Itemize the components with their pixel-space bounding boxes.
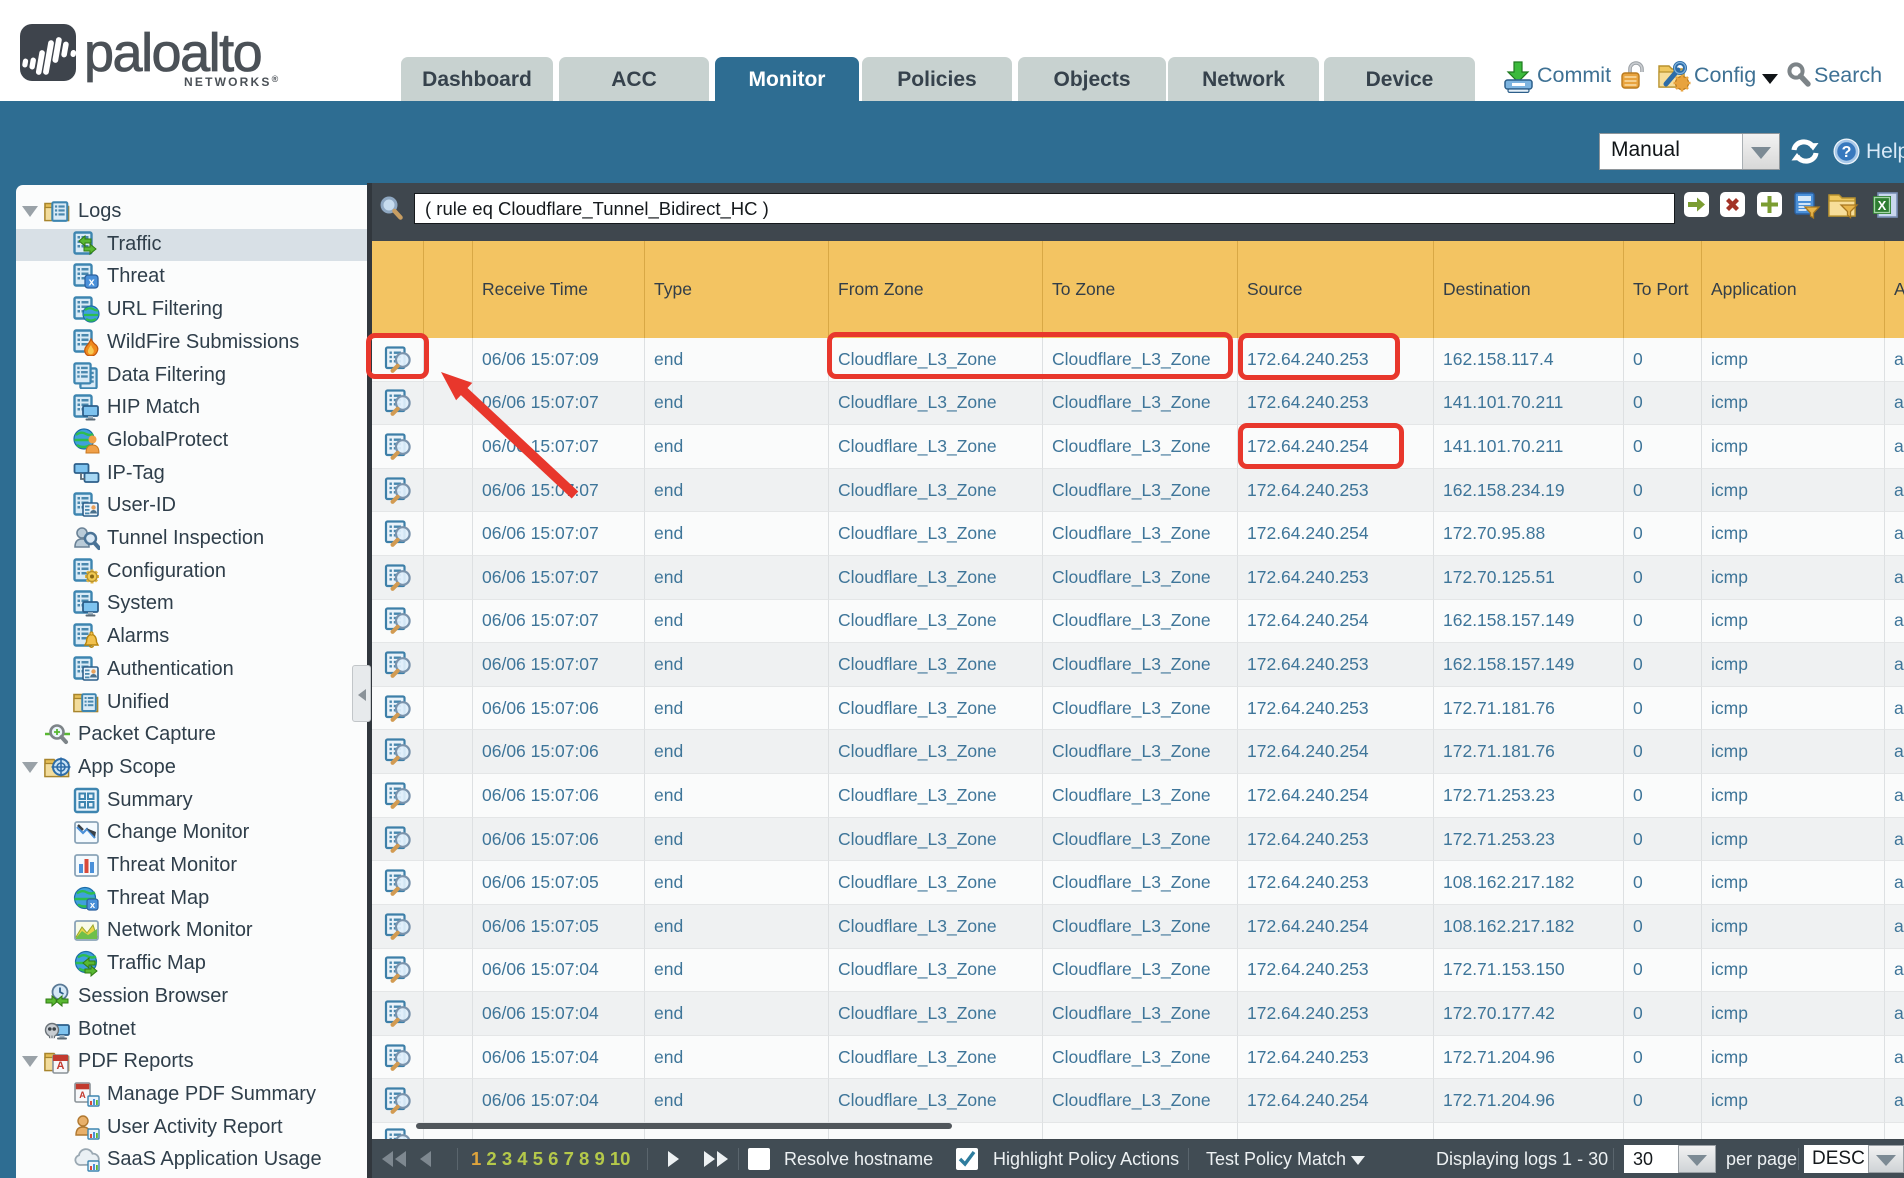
svg-text:A: A <box>57 1060 65 1072</box>
svg-text:A: A <box>79 1090 86 1100</box>
svg-text:x: x <box>90 900 96 911</box>
svg-text:x: x <box>88 277 95 289</box>
svg-text:X: X <box>1878 198 1887 213</box>
svg-text:?: ? <box>1842 144 1852 161</box>
